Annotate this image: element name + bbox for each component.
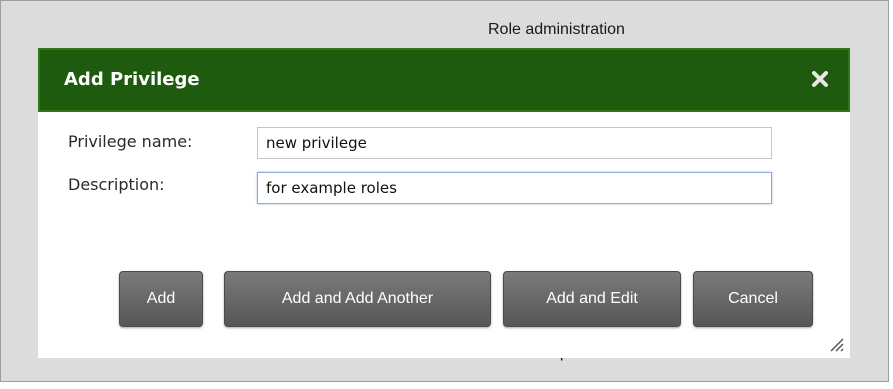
add-and-add-another-button[interactable]: Add and Add Another [224, 271, 491, 327]
page-title: Role administration [488, 21, 625, 38]
resize-grip-icon[interactable] [828, 336, 844, 352]
privilege-name-label: Privilege name: [68, 132, 193, 151]
dialog-header: Add Privilege [38, 48, 850, 112]
description-label: Description: [68, 175, 165, 194]
close-icon[interactable] [810, 69, 830, 89]
dialog-title: Add Privilege [64, 69, 200, 90]
add-privilege-dialog: Add Privilege Privilege name: Descriptio… [38, 48, 850, 358]
add-and-edit-button[interactable]: Add and Edit [503, 271, 681, 327]
privilege-name-input[interactable] [257, 127, 772, 159]
add-button[interactable]: Add [119, 271, 203, 327]
cancel-button[interactable]: Cancel [693, 271, 813, 327]
description-input[interactable] [257, 172, 772, 204]
